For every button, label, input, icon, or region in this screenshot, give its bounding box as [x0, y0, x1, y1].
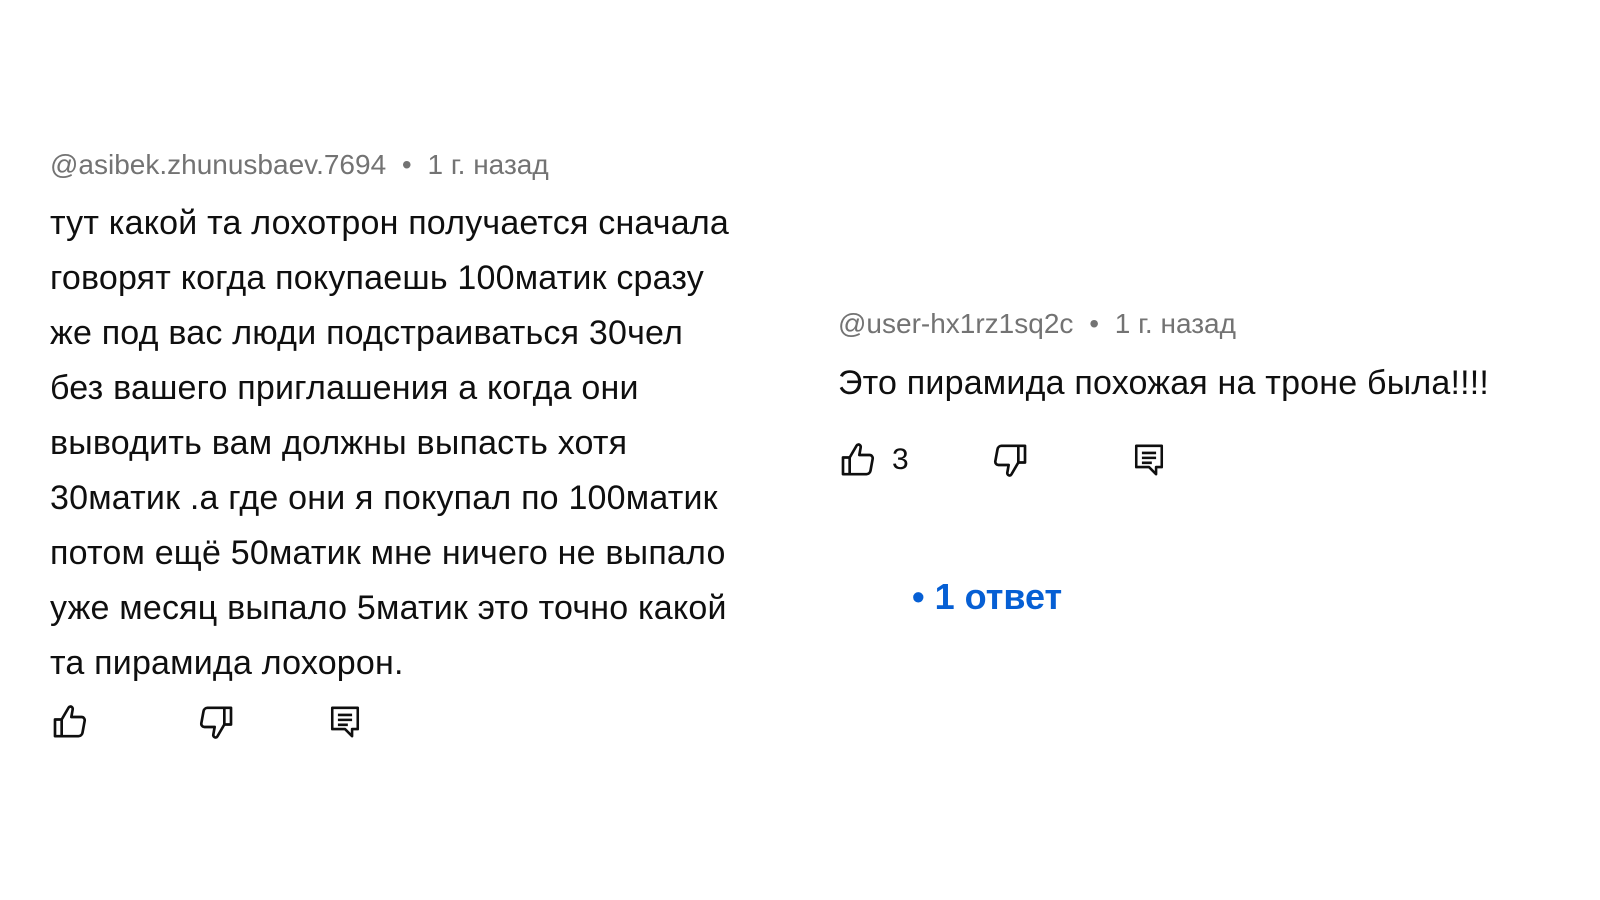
- dislike-button[interactable]: [196, 702, 328, 742]
- comment-action-bar: [50, 702, 362, 742]
- like-count: 3: [892, 443, 909, 476]
- comment-text-line: без вашего приглашения а когда они: [50, 369, 639, 407]
- replies-bullet: •: [912, 576, 925, 617]
- dislike-button[interactable]: [990, 440, 1132, 480]
- comment-reply-icon: [328, 703, 362, 741]
- comment-text: тут какой та лохотрон получается сначала…: [50, 196, 800, 691]
- comment-reply-icon: [1132, 441, 1166, 479]
- comment-card: @asibek.zhunusbaev.7694 • 1 г. назад тут…: [50, 146, 800, 691]
- comment-text: Это пирамида похожая на троне была!!!!: [838, 364, 1490, 402]
- comment-text-line: выводить вам должны выпасть хотя: [50, 424, 628, 462]
- like-button[interactable]: [50, 702, 196, 742]
- comment-text-line: говорят когда покупаешь 100матик сразу: [50, 259, 704, 297]
- reply-button[interactable]: [328, 703, 362, 741]
- comment-text-line: 30матик .а где они я покупал по 100матик: [50, 479, 718, 517]
- comment-text-line: же под вас люди подстраиваться 30чел: [50, 314, 683, 352]
- view-replies-button[interactable]: • 1 ответ: [912, 576, 1062, 618]
- meta-separator: •: [401, 149, 412, 180]
- comment-card: @user-hx1rz1sq2c • 1 г. назад Это пирами…: [838, 305, 1598, 407]
- comment-timestamp[interactable]: 1 г. назад: [428, 149, 549, 180]
- comment-timestamp[interactable]: 1 г. назад: [1115, 308, 1236, 339]
- comment-header: @asibek.zhunusbaev.7694 • 1 г. назад: [50, 146, 800, 184]
- comment-text-line: уже месяц выпало 5матик это точно какой: [50, 589, 727, 627]
- reply-button[interactable]: [1132, 441, 1166, 479]
- comment-text-line: тут какой та лохотрон получается сначала: [50, 204, 729, 242]
- thumb-up-icon: [838, 440, 878, 480]
- comment-header: @user-hx1rz1sq2c • 1 г. назад: [838, 305, 1598, 343]
- thumb-up-icon: [50, 702, 90, 742]
- comment-text-line: потом ещё 50матик мне ничего не выпало: [50, 534, 726, 572]
- thumb-down-icon: [990, 440, 1030, 480]
- replies-label: 1 ответ: [934, 576, 1063, 617]
- comment-author[interactable]: @user-hx1rz1sq2c: [838, 308, 1073, 339]
- thumb-down-icon: [196, 702, 236, 742]
- meta-separator: •: [1089, 308, 1099, 339]
- comment-text-line: та пирамида лохорон.: [50, 644, 404, 682]
- comment-author[interactable]: @asibek.zhunusbaev.7694: [50, 149, 386, 180]
- comment-action-bar: 3: [838, 440, 1166, 480]
- like-button[interactable]: 3: [838, 440, 990, 480]
